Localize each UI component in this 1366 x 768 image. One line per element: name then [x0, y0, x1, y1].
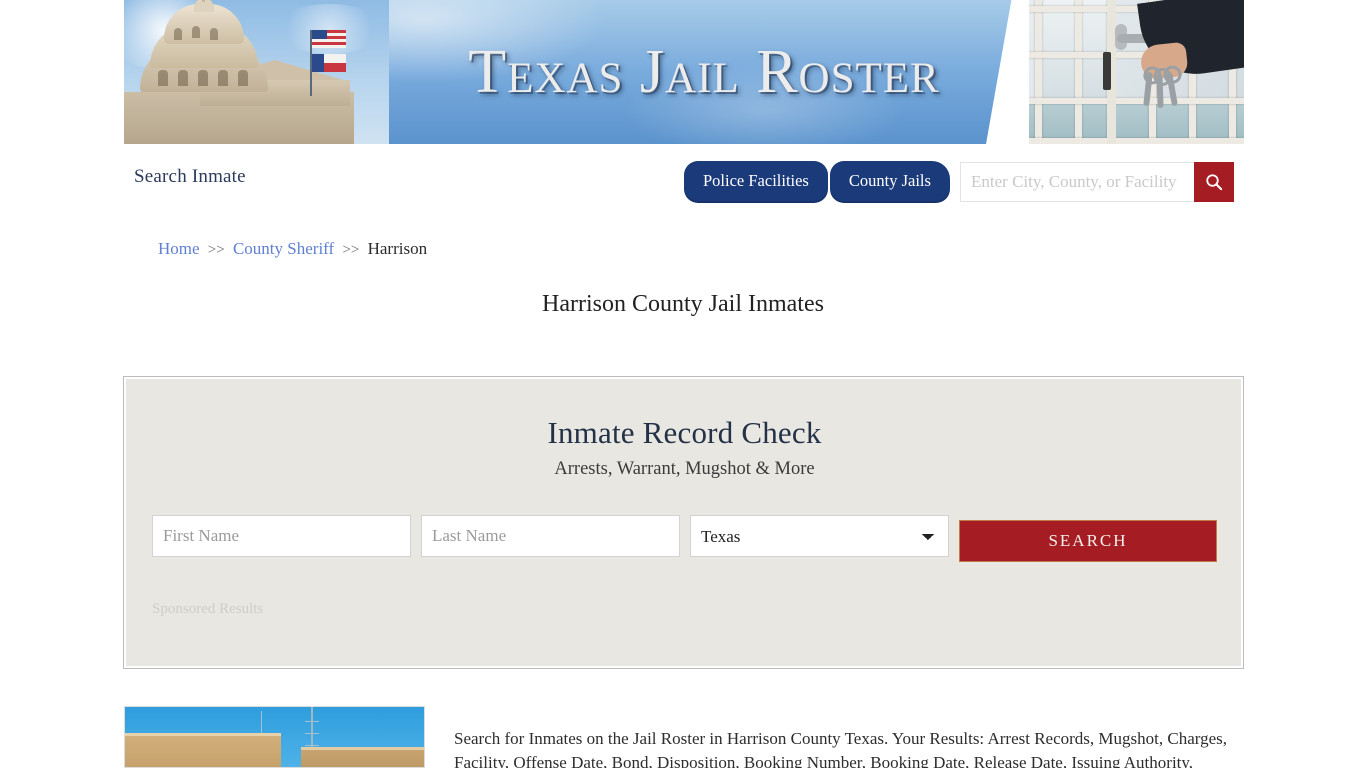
state-select[interactable]: Texas [690, 515, 949, 557]
page-root: Texas Jail Roster Search Inmate Police F… [0, 0, 1366, 768]
search-button[interactable]: SEARCH [959, 520, 1217, 562]
navigation-bar: Search Inmate Police Facilities County J… [124, 144, 1244, 220]
capitol-dome-window [210, 28, 218, 40]
cell-lock-plate [1103, 52, 1111, 90]
capitol-window [198, 70, 208, 86]
search-icon [1206, 174, 1223, 191]
breadcrumb-item-county-sheriff[interactable]: County Sheriff [233, 239, 334, 258]
sponsored-results-label: Sponsored Results [152, 601, 264, 617]
last-name-field-wrap [421, 515, 680, 557]
nav-tabs: Police Facilities County Jails [684, 161, 952, 203]
us-flag-canton [312, 30, 327, 39]
capitol-spire [202, 0, 205, 2]
panel-title: Inmate Record Check [547, 415, 822, 450]
site-brand[interactable]: Search Inmate [134, 166, 246, 188]
header-search [960, 162, 1234, 202]
capitol-window [218, 70, 228, 86]
first-name-field-wrap [152, 515, 411, 557]
capitol-dome-window [174, 28, 182, 40]
header-search-button[interactable] [1194, 162, 1234, 202]
header-search-input[interactable] [960, 162, 1194, 202]
breadcrumb-separator: >> [207, 242, 225, 258]
nav-tab-county-jails[interactable]: County Jails [829, 161, 950, 203]
first-name-input[interactable] [152, 515, 411, 557]
jail-building-block [125, 733, 281, 767]
breadcrumb-item-harrison: Harrison [367, 239, 428, 258]
capitol-window [238, 70, 248, 86]
capitol-window [178, 70, 188, 86]
antenna-crossbar [305, 733, 319, 734]
inmate-record-check-panel: Inmate Record Check Arrests, Warrant, Mu… [123, 376, 1244, 669]
panel-subtitle: Arrests, Warrant, Mugshot & More [554, 459, 815, 479]
last-name-input[interactable] [421, 515, 680, 557]
texas-flag-blue-bar [312, 54, 324, 72]
jail-building-thumbnail[interactable] [124, 706, 425, 768]
search-button-wrap: SEARCH [959, 515, 1217, 562]
keys-icon [1141, 66, 1185, 112]
jail-cell-image [1029, 0, 1244, 144]
page-title: Harrison County Jail Inmates [542, 291, 824, 317]
breadcrumb-item-home[interactable]: Home [158, 239, 200, 258]
site-banner: Texas Jail Roster [124, 0, 1244, 144]
breadcrumb-separator: >> [342, 242, 360, 258]
page-description: Search for Inmates on the Jail Roster in… [454, 729, 1228, 768]
capitol-window [158, 70, 168, 86]
jail-building-block-secondary [301, 747, 424, 767]
capitol-dome-window [192, 26, 200, 38]
inmate-search-form: Texas SEARCH [152, 515, 1217, 562]
antenna-crossbar [305, 745, 319, 746]
cell-bar [1035, 0, 1042, 144]
cell-bar [1029, 98, 1244, 104]
breadcrumb: Home >> County Sheriff >> Harrison [158, 239, 427, 259]
state-select-wrap: Texas [690, 515, 949, 557]
antenna-crossbar [305, 721, 319, 722]
cell-bar [1075, 0, 1082, 144]
capitol-building-image [124, 0, 389, 144]
nav-tab-police-facilities[interactable]: Police Facilities [684, 161, 828, 203]
